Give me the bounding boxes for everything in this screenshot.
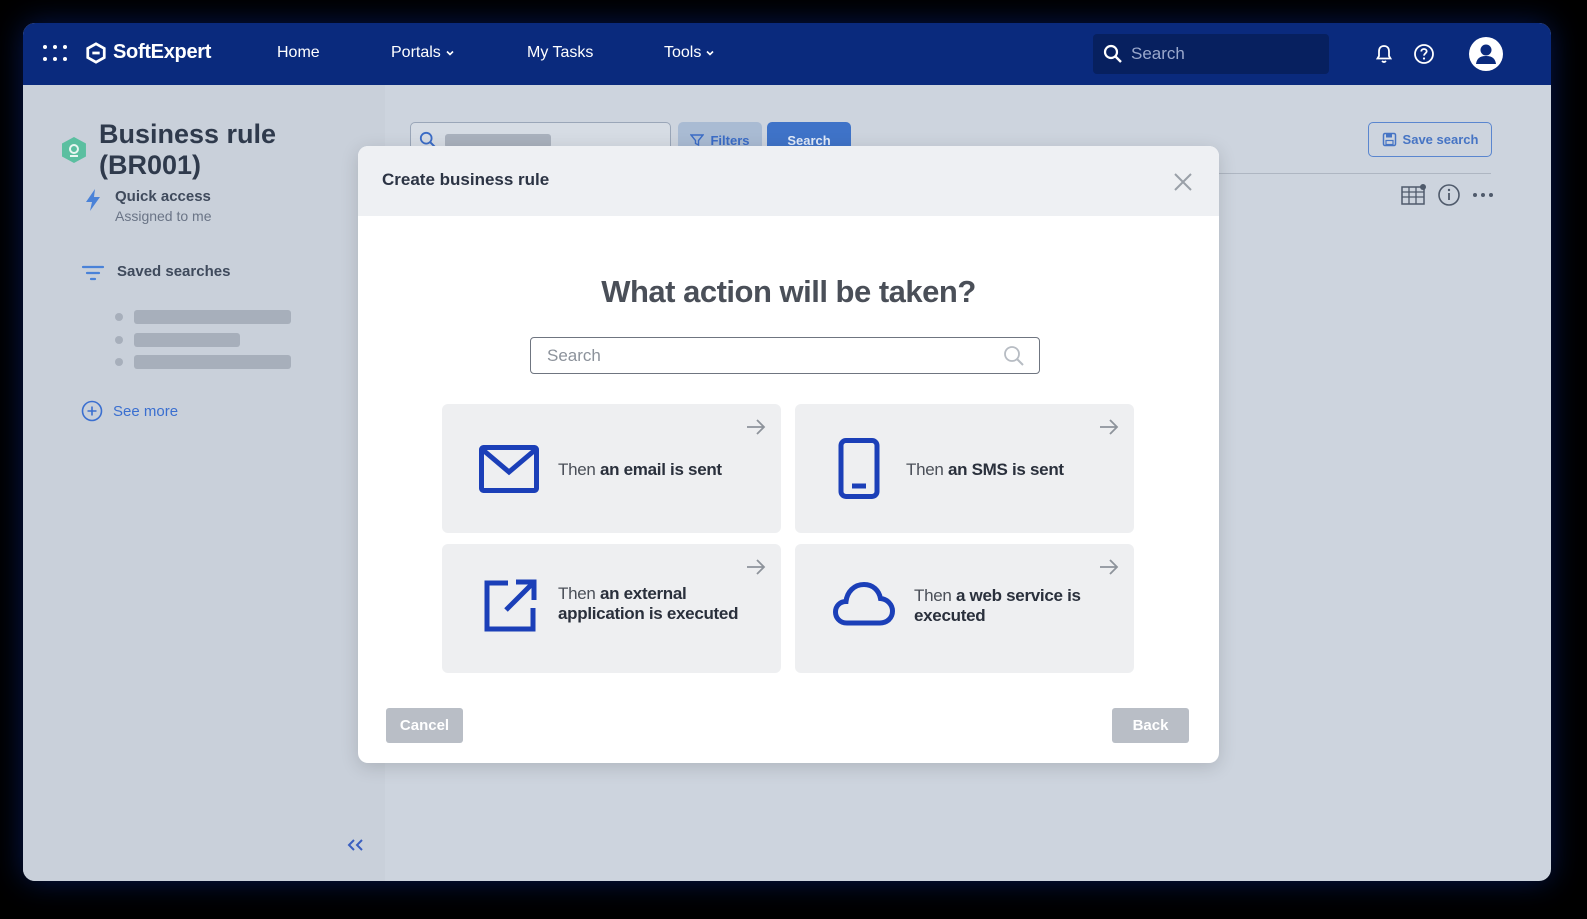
table-view-icon[interactable]: [1401, 183, 1427, 207]
option-email-sent[interactable]: Then an email is sent: [442, 404, 781, 533]
nav-home[interactable]: Home: [277, 44, 320, 62]
arrow-right-icon: [747, 419, 766, 435]
divider: [1218, 173, 1491, 174]
nav-portals[interactable]: Portals: [391, 44, 455, 62]
plus-circle-icon: [81, 400, 103, 422]
option-web-service-text: Then a web service is executed: [914, 586, 1094, 626]
create-business-rule-dialog: Create business rule What action will be…: [358, 146, 1219, 763]
option-web-service-prefix: Then: [914, 586, 956, 605]
nav-my-tasks-label: My Tasks: [527, 44, 594, 61]
more-options-icon[interactable]: [1471, 183, 1495, 207]
info-icon[interactable]: [1437, 183, 1461, 207]
nav-tools[interactable]: Tools: [664, 44, 715, 62]
user-icon: [1476, 44, 1496, 64]
quick-access-sub: Assigned to me: [115, 208, 212, 224]
sidebar: Business rule (BR001) Quick access Assig…: [23, 85, 385, 881]
option-sms-bold: an SMS is sent: [947, 460, 1064, 479]
nav-tools-label: Tools: [664, 44, 702, 61]
page-title: Business rule (BR001): [61, 119, 385, 181]
business-rule-icon: [61, 137, 86, 163]
option-sms-sent[interactable]: Then an SMS is sent: [795, 404, 1134, 533]
saved-search-placeholder: [115, 310, 291, 324]
user-avatar[interactable]: [1469, 37, 1503, 71]
bell-icon[interactable]: [1373, 43, 1395, 65]
app-launcher-icon[interactable]: [43, 45, 67, 63]
search-icon: [1004, 345, 1024, 366]
saved-search-placeholder: [115, 355, 291, 369]
brand-name: SoftExpert: [113, 41, 212, 63]
collapse-sidebar-icon[interactable]: [345, 837, 367, 853]
option-external-application[interactable]: Then an external application is executed: [442, 544, 781, 673]
global-search[interactable]: [1093, 34, 1329, 74]
nav-portals-label: Portals: [391, 44, 441, 61]
option-external-text: Then an external application is executed: [558, 584, 768, 624]
page-title-text: Business rule (BR001): [98, 119, 277, 180]
nav-my-tasks[interactable]: My Tasks: [527, 44, 593, 62]
cancel-button[interactable]: Cancel: [386, 708, 463, 743]
help-icon[interactable]: [1413, 43, 1435, 65]
action-search-input[interactable]: [547, 345, 1003, 366]
envelope-icon: [479, 445, 539, 493]
funnel-icon: [690, 134, 705, 147]
cloud-icon: [833, 581, 895, 626]
chevron-down-icon: [446, 50, 454, 56]
option-email-bold: an email is sent: [599, 460, 722, 479]
see-more-label: See more: [113, 402, 179, 420]
arrow-right-icon: [1100, 559, 1119, 575]
dialog-question: What action will be taken?: [601, 274, 976, 309]
chevron-down-icon: [706, 50, 714, 56]
floppy-disk-icon: [1382, 132, 1396, 147]
arrow-right-icon: [1100, 419, 1119, 435]
softexpert-logo[interactable]: SoftExpert: [85, 41, 211, 64]
lightning-icon: [86, 189, 100, 211]
sidebar-item-quick-access[interactable]: Quick access Assigned to me: [83, 188, 212, 224]
back-button[interactable]: Back: [1112, 708, 1189, 743]
external-link-icon: [484, 579, 537, 632]
search-icon: [1103, 44, 1122, 63]
saved-searches-label: Saved searches: [117, 263, 231, 280]
global-search-input[interactable]: [1131, 44, 1311, 64]
option-email-prefix: Then: [558, 460, 600, 479]
option-sms-text: Then an SMS is sent: [906, 460, 1064, 480]
save-search-label: Save search: [1402, 132, 1479, 147]
arrow-right-icon: [747, 559, 766, 575]
top-navigation-bar: SoftExpert Home Portals My Tasks Tools: [23, 23, 1551, 85]
quick-access-label: Quick access: [115, 188, 211, 205]
softexpert-logo-icon: [86, 41, 106, 64]
action-search[interactable]: [530, 337, 1040, 374]
option-external-prefix: Then: [558, 584, 600, 603]
close-icon[interactable]: [1171, 170, 1195, 194]
see-more-link[interactable]: See more: [81, 400, 178, 422]
option-sms-prefix: Then: [906, 460, 948, 479]
save-search-button[interactable]: Save search: [1368, 122, 1492, 157]
dialog-title: Create business rule: [382, 170, 550, 189]
sidebar-item-saved-searches[interactable]: Saved searches: [81, 263, 230, 283]
option-web-service[interactable]: Then a web service is executed: [795, 544, 1134, 673]
dialog-header: Create business rule: [358, 146, 1219, 216]
option-email-text: Then an email is sent: [558, 460, 722, 480]
nav-home-label: Home: [277, 44, 320, 61]
filter-lines-icon: [81, 265, 105, 281]
mobile-phone-icon: [838, 438, 880, 499]
app-window: SoftExpert Home Portals My Tasks Tools B…: [23, 23, 1551, 881]
saved-search-placeholder: [115, 333, 240, 347]
